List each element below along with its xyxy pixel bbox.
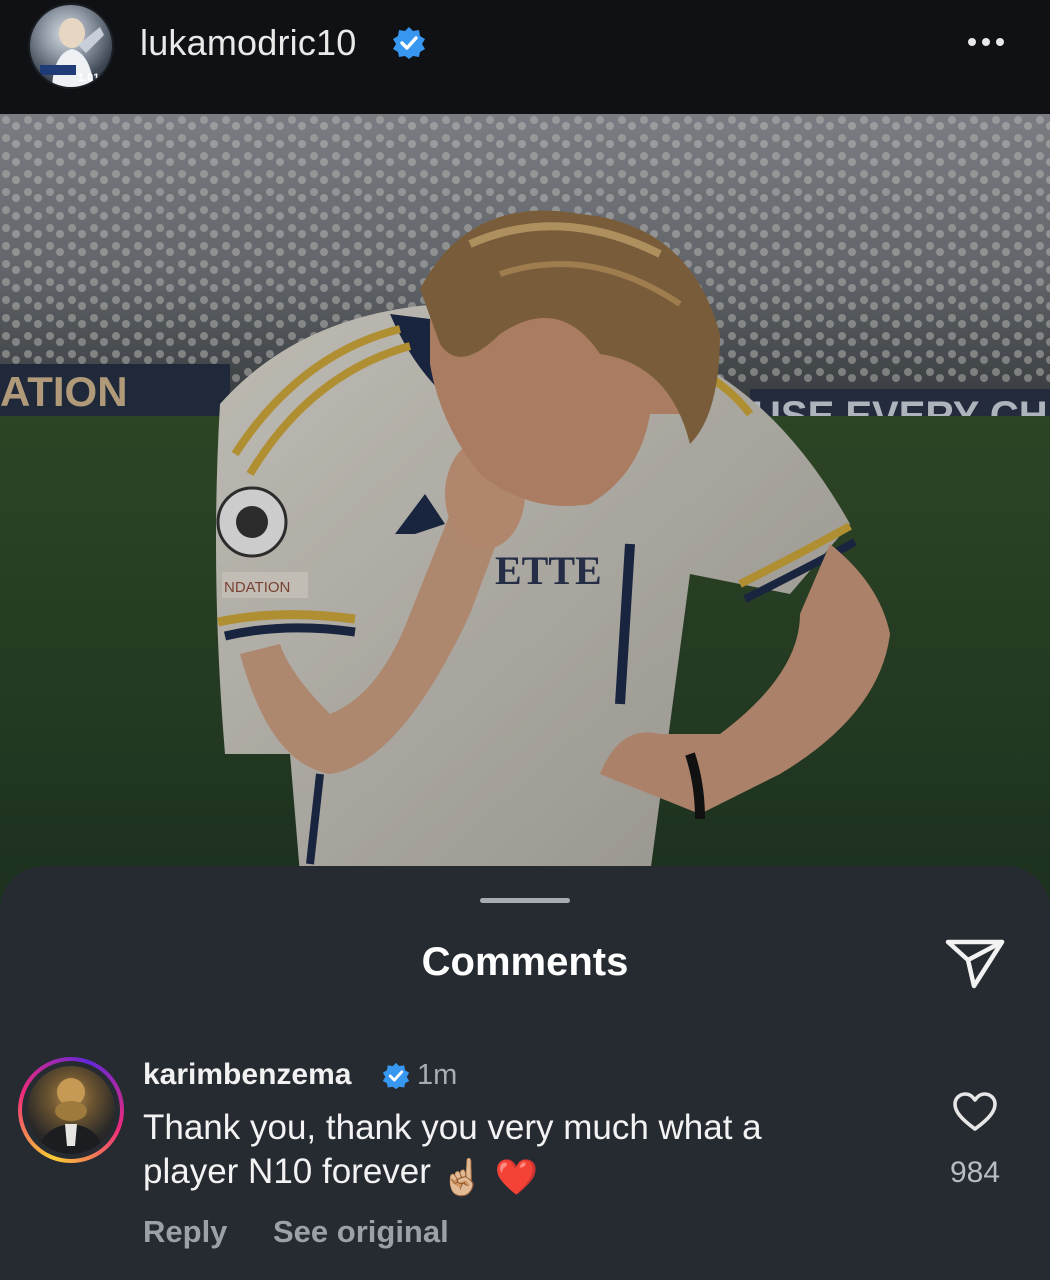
comment-body: Thank you, thank you very much what a pl…	[143, 1106, 863, 1200]
post-photo[interactable]: ATION USE EVERY CH	[0, 114, 1050, 914]
svg-text:1.01: 1.01	[78, 72, 99, 84]
more-horizontal-icon[interactable]	[968, 30, 1014, 54]
comment-timestamp: 1m	[417, 1059, 458, 1091]
index-pointing-up-emoji: ☝🏼	[440, 1158, 485, 1197]
post-username[interactable]: lukamodric10	[140, 22, 357, 64]
comments-title: Comments	[421, 940, 629, 984]
red-heart-emoji: ❤️	[494, 1158, 539, 1197]
post-header: 1.01 lukamodric10	[0, 0, 1050, 112]
verified-badge-icon	[382, 1062, 410, 1090]
paper-plane-icon[interactable]	[944, 934, 1006, 990]
commenter-username[interactable]: karimbenzema	[143, 1058, 351, 1092]
commenter-avatar[interactable]	[18, 1057, 124, 1163]
comments-sheet: Comments karimbenzema 1m Thank you, than…	[0, 866, 1050, 1280]
verified-badge-icon	[393, 27, 425, 59]
instagram-post-screen: 1.01 lukamodric10 ATION NDATION ETTE Com…	[0, 0, 1050, 1280]
profile-avatar[interactable]: 1.01	[30, 5, 112, 87]
commenter-avatar-image	[27, 1066, 115, 1154]
heart-outline-icon[interactable]	[952, 1091, 998, 1133]
like-count: 984	[949, 1156, 1001, 1189]
sheet-drag-handle[interactable]	[480, 898, 570, 903]
see-original-button[interactable]: See original	[273, 1214, 449, 1250]
reply-button[interactable]: Reply	[143, 1214, 227, 1250]
